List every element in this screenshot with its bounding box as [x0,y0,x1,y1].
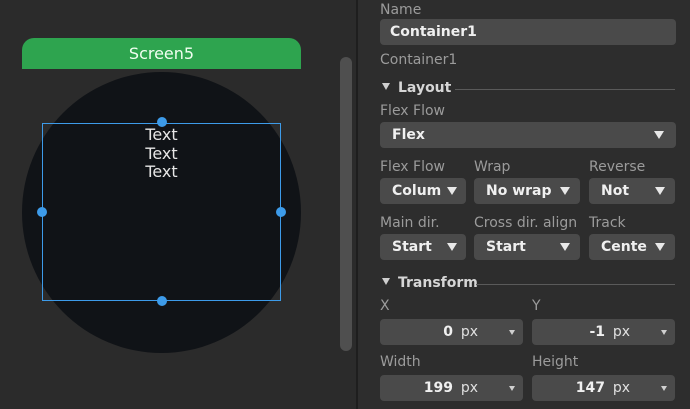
reverse-value: Not [601,183,630,199]
cross-dir-value: Start [486,239,526,255]
reverse-dropdown[interactable]: Not [589,178,675,204]
x-unit: px [460,324,478,340]
y-input[interactable]: -1 px [532,319,675,345]
height-unit: px [612,380,630,396]
flex-flow-value: Flex [392,127,425,143]
selection-handle-left[interactable] [37,207,47,217]
main-dir-dropdown[interactable]: Start [380,234,466,260]
selection-handle-right[interactable] [276,207,286,217]
layout-section-header[interactable]: Layout [382,80,451,96]
track-dropdown[interactable]: Cente [589,234,675,260]
section-collapse-triangle-icon [382,83,390,90]
canvas-scrollbar[interactable] [340,57,352,351]
height-label: Height [532,354,579,370]
properties-panel: Name Container1 Container1 Layout Flex F… [358,0,690,409]
type-caption: Container1 [380,52,458,68]
wrap-label: Wrap [474,159,511,175]
wrap-value: No wrap [486,183,552,199]
unit-dropdown-caret-icon[interactable] [509,386,515,391]
unit-dropdown-caret-icon[interactable] [661,386,667,391]
flex-flow-label: Flex Flow [380,103,446,119]
section-collapse-triangle-icon [382,278,390,285]
flex-flow-direction-label: Flex Flow [380,159,446,175]
unit-dropdown-caret-icon[interactable] [509,330,515,335]
transform-section-rule [476,284,675,285]
text-label-stack[interactable]: Text Text Text [42,125,281,182]
name-value: Container1 [390,24,477,40]
cross-dir-label: Cross dir. align [474,215,578,231]
text-label[interactable]: Text [42,125,281,145]
track-label: Track [589,215,626,231]
track-value: Cente [601,239,647,255]
unit-dropdown-caret-icon[interactable] [661,330,667,335]
width-unit: px [460,380,478,396]
design-canvas[interactable]: Screen5 Text Text Text [0,0,338,409]
screen-tab[interactable]: Screen5 [22,38,301,69]
width-value: 199 [423,380,453,396]
dropdown-caret-icon [655,243,665,251]
y-value: -1 [589,324,605,340]
x-value: 0 [443,324,453,340]
layout-section-rule [455,89,675,90]
reverse-label: Reverse [589,159,646,175]
dropdown-caret-icon [560,187,570,195]
y-unit: px [612,324,630,340]
width-label: Width [380,354,421,370]
dropdown-caret-icon [655,187,665,195]
main-dir-label: Main dir. [380,215,440,231]
text-label[interactable]: Text [42,162,281,182]
main-dir-value: Start [392,239,432,255]
text-label[interactable]: Text [42,144,281,164]
name-input[interactable]: Container1 [380,19,676,45]
wrap-dropdown[interactable]: No wrap [474,178,580,204]
dropdown-caret-icon [447,187,457,195]
transform-section-header[interactable]: Transform [382,275,478,291]
width-input[interactable]: 199 px [380,375,523,401]
dropdown-caret-icon [654,131,664,139]
name-label: Name [380,2,422,18]
height-value: 147 [575,380,605,396]
flex-flow-direction-value: Colum [392,183,442,199]
flex-flow-dropdown[interactable]: Flex [380,122,676,148]
dropdown-caret-icon [447,243,457,251]
cross-dir-dropdown[interactable]: Start [474,234,580,260]
flex-flow-direction-dropdown[interactable]: Colum [380,178,466,204]
height-input[interactable]: 147 px [532,375,675,401]
y-label: Y [532,298,541,314]
dropdown-caret-icon [560,243,570,251]
x-input[interactable]: 0 px [380,319,523,345]
x-label: X [380,298,390,314]
selection-handle-bottom[interactable] [157,296,167,306]
